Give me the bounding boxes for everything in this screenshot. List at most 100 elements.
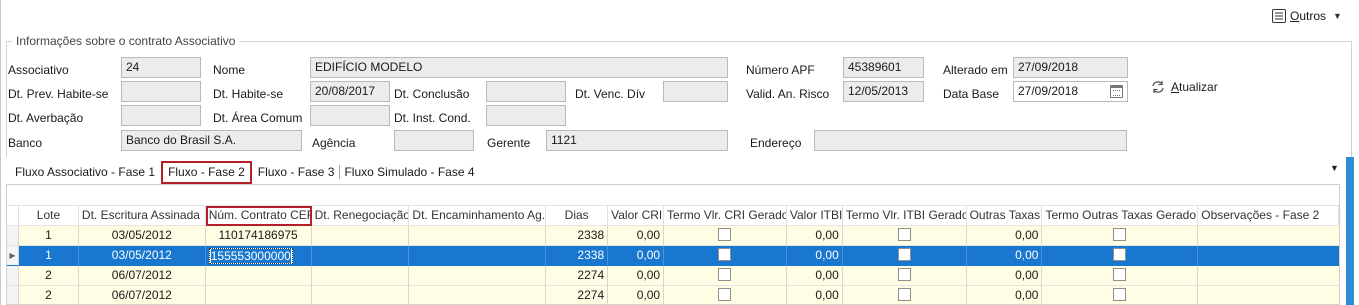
cell-num-contrato[interactable] — [205, 286, 312, 304]
cell-termo-itbi[interactable] — [842, 226, 967, 246]
cell-termo-cri[interactable] — [664, 266, 787, 286]
cell-num-contrato[interactable]: 110174186975 — [205, 226, 312, 246]
cell-termo-itbi[interactable] — [842, 286, 967, 304]
tab-fluxo-simulado-fase4[interactable]: Fluxo Simulado - Fase 4 — [339, 162, 479, 182]
cell-outras-taxas[interactable]: 0,00 — [966, 266, 1043, 286]
termo-itbi-checkbox[interactable] — [897, 248, 911, 262]
tab-fluxo-associativo-fase1[interactable]: Fluxo Associativo - Fase 1 — [10, 162, 160, 182]
cell-dt-escritura[interactable]: 06/07/2012 — [78, 286, 206, 304]
cell-dt-renegociacao[interactable] — [311, 266, 410, 286]
header-outras-taxas[interactable]: Outras Taxas — [966, 206, 1043, 226]
cell-dt-encaminhamento[interactable] — [409, 226, 547, 246]
outros-menu-button[interactable]: Outros ▼ — [1272, 6, 1342, 26]
numero-apf-field[interactable]: 45389601 — [843, 57, 924, 78]
cell-lote[interactable]: 2 — [18, 286, 79, 304]
calendar-icon[interactable] — [1110, 85, 1123, 98]
cell-dias[interactable]: 2338 — [546, 246, 609, 266]
cell-valor-cri[interactable]: 0,00 — [608, 286, 665, 304]
cell-termo-itbi[interactable] — [842, 246, 967, 266]
side-scrollbar[interactable] — [1346, 157, 1354, 305]
cell-lote[interactable]: 1 — [18, 246, 79, 266]
termo-outras-checkbox[interactable] — [1113, 228, 1127, 242]
termo-outras-checkbox[interactable] — [1113, 248, 1127, 262]
cell-termo-outras[interactable] — [1042, 226, 1199, 246]
header-termo-cri[interactable]: Termo Vlr. CRI Gerado — [664, 206, 787, 226]
header-dt-encaminhamento[interactable]: Dt. Encaminhamento Ag. — [409, 206, 547, 226]
cell-observacoes[interactable] — [1198, 286, 1339, 304]
table-row[interactable]: 2 06/07/2012 2274 0,00 0,00 0,00 — [7, 266, 1339, 286]
tabs-dropdown-icon[interactable]: ▼ — [1330, 163, 1339, 173]
cell-termo-outras[interactable] — [1042, 266, 1199, 286]
cell-dt-renegociacao[interactable] — [311, 226, 410, 246]
termo-cri-checkbox[interactable] — [718, 248, 732, 262]
cell-dias[interactable]: 2274 — [546, 286, 609, 304]
header-dt-escritura[interactable]: Dt. Escritura Assinada — [78, 206, 206, 226]
cell-dias[interactable]: 2338 — [546, 226, 609, 246]
cell-termo-itbi[interactable] — [842, 266, 967, 286]
header-observacoes[interactable]: Observações - Fase 2 — [1198, 206, 1339, 226]
dt-inst-cond-field[interactable] — [486, 105, 566, 126]
table-row[interactable]: 2 06/07/2012 2274 0,00 0,00 0,00 — [7, 286, 1339, 304]
alterado-em-field[interactable]: 27/09/2018 — [1013, 57, 1128, 78]
termo-itbi-checkbox[interactable] — [897, 288, 911, 302]
termo-itbi-checkbox[interactable] — [897, 268, 911, 282]
cell-observacoes[interactable] — [1198, 266, 1339, 286]
cell-observacoes[interactable] — [1198, 246, 1339, 266]
termo-cri-checkbox[interactable] — [718, 288, 732, 302]
tab-fluxo-fase3[interactable]: Fluxo - Fase 3 — [253, 162, 340, 182]
atualizar-button[interactable]: Atualizar — [1150, 80, 1218, 94]
cell-termo-outras[interactable] — [1042, 286, 1199, 304]
cell-valor-itbi[interactable]: 0,00 — [786, 286, 843, 304]
cell-observacoes[interactable] — [1198, 226, 1339, 246]
row-indicator[interactable] — [7, 226, 19, 246]
cell-valor-itbi[interactable]: 0,00 — [786, 266, 843, 286]
data-base-field[interactable]: 27/09/2018 — [1013, 81, 1128, 102]
associativo-field[interactable]: 24 — [121, 57, 201, 78]
dt-averbacao-field[interactable] — [121, 105, 201, 126]
cell-termo-cri[interactable] — [664, 226, 787, 246]
header-lote[interactable]: Lote — [18, 206, 79, 226]
dt-area-comum-field[interactable] — [310, 105, 390, 126]
header-num-contrato[interactable]: Núm. Contrato CEF — [205, 206, 312, 226]
agencia-field[interactable] — [394, 130, 474, 151]
dt-conclusao-field[interactable] — [486, 81, 566, 102]
header-valor-itbi[interactable]: Valor ITBI — [786, 206, 843, 226]
header-dt-renegociacao[interactable]: Dt. Renegociação — [311, 206, 410, 226]
cell-dias[interactable]: 2274 — [546, 266, 609, 286]
termo-outras-checkbox[interactable] — [1113, 288, 1127, 302]
termo-itbi-checkbox[interactable] — [897, 228, 911, 242]
cell-valor-itbi[interactable]: 0,00 — [786, 246, 843, 266]
cell-dt-encaminhamento[interactable] — [409, 266, 547, 286]
header-dias[interactable]: Dias — [546, 206, 609, 226]
dt-habite-field[interactable]: 20/08/2017 — [310, 81, 390, 102]
endereco-field[interactable] — [814, 130, 1127, 151]
termo-outras-checkbox[interactable] — [1113, 268, 1127, 282]
table-row[interactable]: 1 03/05/2012 110174186975 2338 0,00 0,00… — [7, 226, 1339, 246]
row-indicator[interactable] — [7, 266, 19, 286]
cell-termo-outras[interactable] — [1042, 246, 1199, 266]
cell-outras-taxas[interactable]: 0,00 — [966, 226, 1043, 246]
cell-dt-encaminhamento[interactable] — [409, 286, 547, 304]
gerente-field[interactable]: 1121 — [546, 130, 728, 151]
cell-lote[interactable]: 2 — [18, 266, 79, 286]
nome-field[interactable]: EDIFÍCIO MODELO — [310, 57, 728, 78]
num-contrato-editor[interactable]: 155553000000 — [208, 248, 293, 264]
cell-valor-cri[interactable]: 0,00 — [608, 246, 665, 266]
cell-dt-renegociacao[interactable] — [311, 246, 410, 266]
termo-cri-checkbox[interactable] — [718, 228, 732, 242]
cell-dt-renegociacao[interactable] — [311, 286, 410, 304]
cell-outras-taxas[interactable]: 0,00 — [966, 246, 1043, 266]
cell-termo-cri[interactable] — [664, 246, 787, 266]
dt-venc-div-field[interactable] — [663, 81, 728, 102]
cell-dt-escritura[interactable]: 03/05/2012 — [78, 246, 206, 266]
row-indicator[interactable]: ▶ — [7, 246, 19, 266]
cell-num-contrato-editing[interactable]: 155553000000 — [205, 246, 312, 266]
header-termo-itbi[interactable]: Termo Vlr. ITBI Gerado — [842, 206, 967, 226]
dt-prev-habite-field[interactable] — [121, 81, 201, 102]
cell-dt-escritura[interactable]: 06/07/2012 — [78, 266, 206, 286]
cell-dt-escritura[interactable]: 03/05/2012 — [78, 226, 206, 246]
cell-num-contrato[interactable] — [205, 266, 312, 286]
cell-valor-cri[interactable]: 0,00 — [608, 226, 665, 246]
tab-fluxo-fase2[interactable]: Fluxo - Fase 2 — [161, 160, 252, 184]
termo-cri-checkbox[interactable] — [718, 268, 732, 282]
